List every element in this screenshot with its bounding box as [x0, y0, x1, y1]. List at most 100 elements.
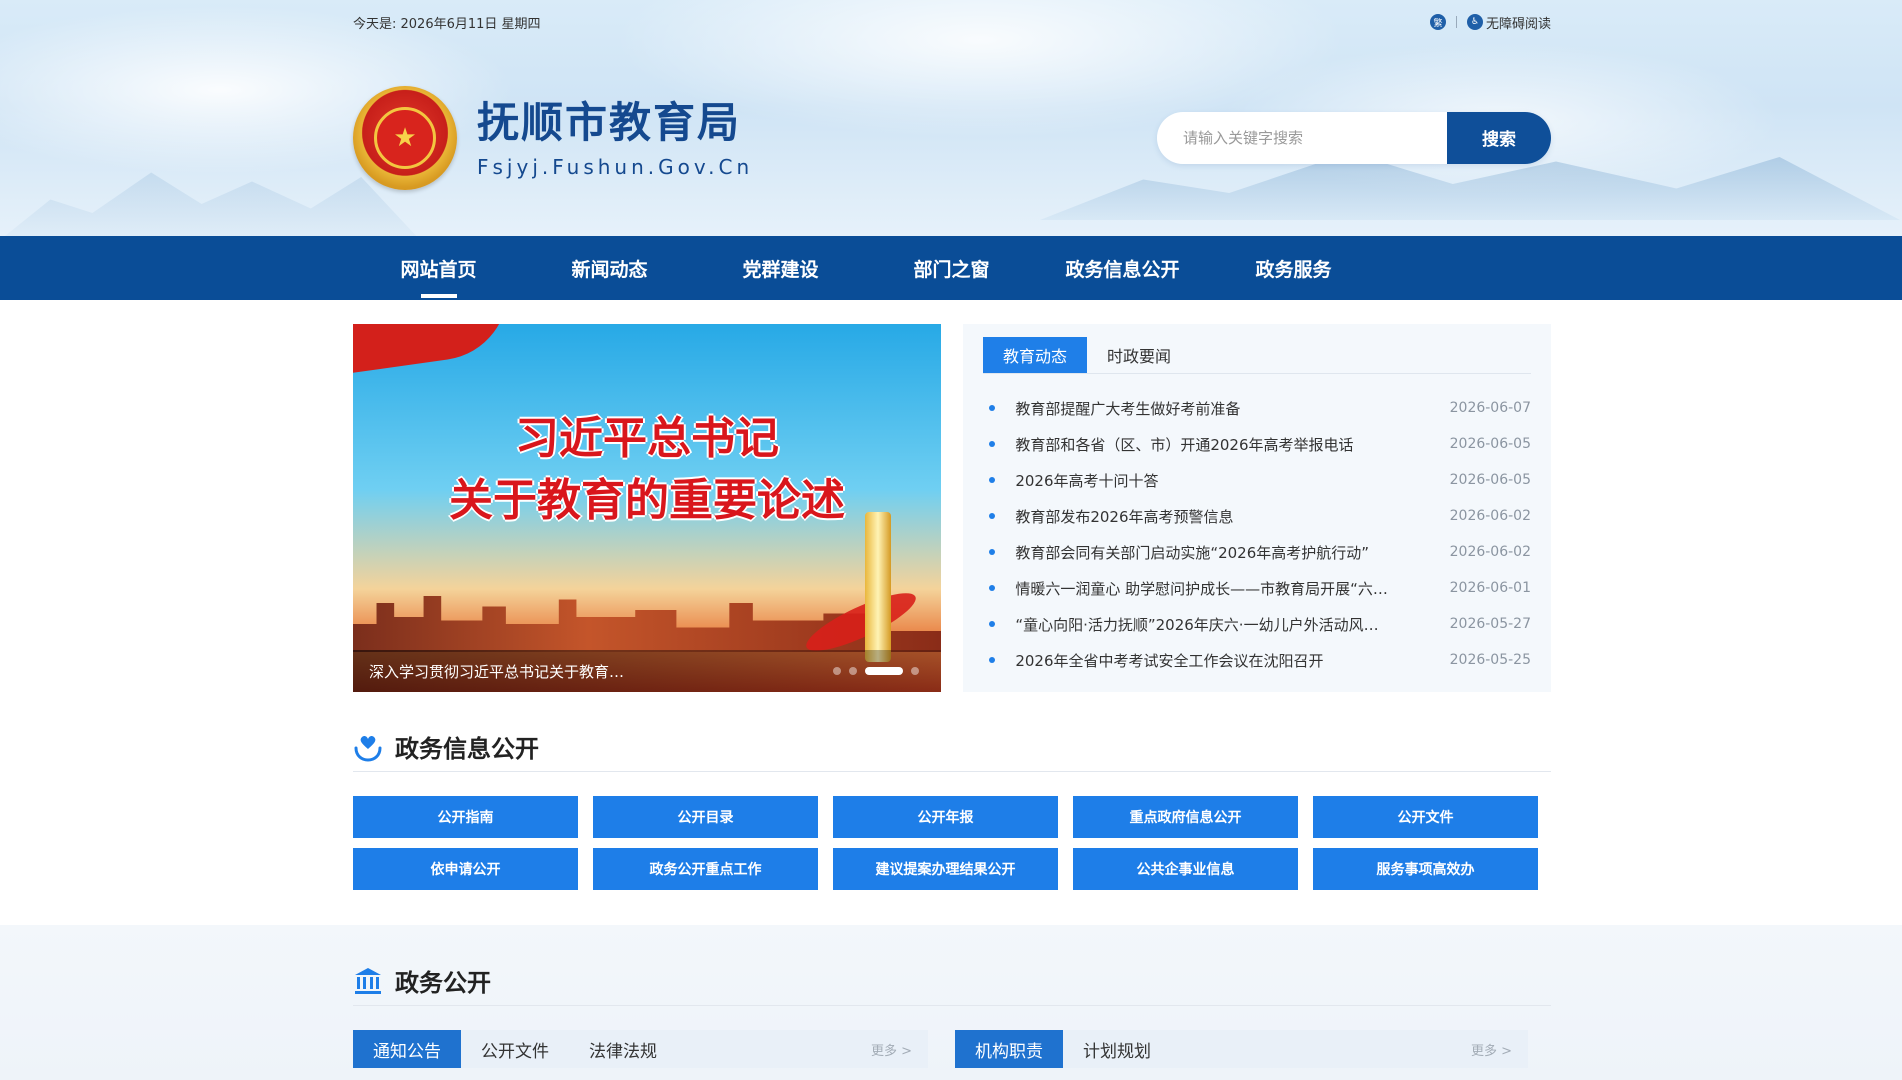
red-flag-decoration [353, 324, 517, 378]
news-date: 2026-05-27 [1449, 616, 1531, 632]
gov-info-button[interactable]: 公开文件 [1313, 796, 1538, 838]
national-emblem-icon: ★ [353, 85, 457, 190]
emblem-star-icon: ★ [374, 106, 436, 169]
bullet-icon [989, 405, 995, 411]
search-button[interactable]: 搜索 [1447, 111, 1551, 164]
more-link[interactable]: 更多 > [1471, 1040, 1512, 1059]
list-item[interactable]: 情暖六一润童心 助学慰问护成长——市教育局开展“六… 2026-06-01 [983, 570, 1531, 606]
list-item[interactable]: 2026年高考十问十答 2026-06-05 [983, 462, 1531, 498]
top-bar: 今天是: 2026年6月11日 星期四 繁 ♿ 无障碍阅读 [353, 0, 1551, 44]
nav-item-news[interactable]: 新闻动态 [524, 236, 695, 300]
news-title[interactable]: 教育部会同有关部门启动实施“2026年高考护航行动” [1015, 542, 1425, 563]
news-title[interactable]: 2026年高考十问十答 [1015, 470, 1425, 491]
tab-plans[interactable]: 计划规划 [1063, 1030, 1171, 1068]
nav-item-gov-service[interactable]: 政务服务 [1208, 236, 1379, 300]
institution-tabs-bar: 机构职责 计划规划 更多 > [955, 1030, 1528, 1068]
section-gov-info-header: 政务信息公开 [353, 722, 1551, 772]
news-list: 教育部提醒广大考生做好考前准备 2026-06-07 教育部和各省（区、市）开通2… [983, 390, 1531, 678]
site-name: 抚顺市教育局 [477, 97, 742, 147]
bullet-icon [989, 477, 995, 483]
news-date: 2026-06-02 [1449, 544, 1531, 560]
section-title: 政务信息公开 [395, 735, 539, 763]
gov-info-button[interactable]: 公开年报 [833, 796, 1058, 838]
banner-caption-bar: 深入学习贯彻习近平总书记关于教育… [353, 650, 941, 692]
news-date: 2026-06-07 [1449, 400, 1531, 416]
list-item[interactable]: 2026年全省中考考试安全工作会议在沈阳召开 2026-05-25 [983, 642, 1531, 678]
section-gov-public-header: 政务公开 [353, 956, 1551, 1006]
bullet-icon [989, 441, 995, 447]
news-title[interactable]: 教育部发布2026年高考预警信息 [1015, 506, 1425, 527]
gov-info-button[interactable]: 依申请公开 [353, 848, 578, 890]
current-date: 今天是: 2026年6月11日 星期四 [353, 16, 541, 32]
news-date: 2026-06-02 [1449, 508, 1531, 524]
gov-info-button[interactable]: 公开目录 [593, 796, 818, 838]
carousel-dot[interactable] [833, 667, 841, 675]
tab-notices[interactable]: 通知公告 [353, 1030, 461, 1068]
top-bar-tools: 繁 ♿ 无障碍阅读 [1429, 13, 1551, 32]
list-item[interactable]: 教育部发布2026年高考预警信息 2026-06-02 [983, 498, 1531, 534]
government-building-icon [353, 966, 383, 996]
news-date: 2026-06-05 [1449, 436, 1531, 452]
search-input[interactable] [1157, 111, 1447, 164]
huabiao-pillar-decoration [865, 512, 891, 662]
nav-item-gov-info[interactable]: 政务信息公开 [1037, 236, 1208, 300]
nav-items: 网站首页 新闻动态 党群建设 部门之窗 政务信息公开 政务服务 [353, 236, 1379, 300]
gov-info-buttons: 公开指南 公开目录 公开年报 重点政府信息公开 公开文件 依申请公开 政务公开重… [353, 796, 1539, 890]
news-title[interactable]: 教育部提醒广大考生做好考前准备 [1015, 398, 1425, 419]
nav-item-home[interactable]: 网站首页 [353, 236, 524, 300]
list-item[interactable]: “童心向阳·活力抚顺”2026年庆六·一幼儿户外活动风… 2026-05-27 [983, 606, 1531, 642]
gov-info-button[interactable]: 服务事项高效办 [1313, 848, 1538, 890]
carousel-dots [833, 667, 919, 675]
nav-item-party[interactable]: 党群建设 [695, 236, 866, 300]
main-nav: 网站首页 新闻动态 党群建设 部门之窗 政务信息公开 政务服务 [0, 236, 1902, 300]
banner-title-line1: 习近平总书记 [515, 413, 779, 464]
site-logo[interactable]: ★ 抚顺市教育局 Fsjyj.Fushun.Gov.Cn [353, 85, 753, 190]
list-item[interactable]: 教育部和各省（区、市）开通2026年高考举报电话 2026-06-05 [983, 426, 1531, 462]
news-title[interactable]: “童心向阳·活力抚顺”2026年庆六·一幼儿户外活动风… [1015, 614, 1425, 635]
news-date: 2026-05-25 [1449, 652, 1531, 668]
bullet-icon [989, 585, 995, 591]
gov-info-button[interactable]: 公共企事业信息 [1073, 848, 1298, 890]
list-item[interactable]: 教育部提醒广大考生做好考前准备 2026-06-07 [983, 390, 1531, 426]
divider [1455, 16, 1457, 28]
bullet-icon [989, 657, 995, 663]
site-header: ★ 抚顺市教育局 Fsjyj.Fushun.Gov.Cn 搜索 [353, 80, 1551, 195]
tab-politics-news[interactable]: 时政要闻 [1087, 337, 1191, 373]
news-date: 2026-06-01 [1449, 580, 1531, 596]
banner-carousel[interactable]: 习近平总书记 关于教育的重要论述 深入学习贯彻习近平总书记关于教育… [353, 324, 941, 692]
traditional-chinese-icon[interactable]: 繁 [1429, 14, 1446, 30]
list-item[interactable]: 教育部会同有关部门启动实施“2026年高考护航行动” 2026-06-02 [983, 534, 1531, 570]
notice-tabs-bar: 通知公告 公开文件 法律法规 更多 > [353, 1030, 928, 1068]
accessibility-icon: ♿ [1466, 14, 1483, 30]
gov-info-button[interactable]: 政务公开重点工作 [593, 848, 818, 890]
tab-laws[interactable]: 法律法规 [569, 1030, 677, 1068]
gov-info-button[interactable]: 建议提案办理结果公开 [833, 848, 1058, 890]
bullet-icon [989, 549, 995, 555]
tab-education-news[interactable]: 教育动态 [983, 337, 1088, 373]
tab-public-documents[interactable]: 公开文件 [461, 1030, 569, 1068]
news-title[interactable]: 2026年全省中考考试安全工作会议在沈阳召开 [1015, 650, 1425, 671]
news-date: 2026-06-05 [1449, 472, 1531, 488]
more-link[interactable]: 更多 > [871, 1040, 912, 1059]
carousel-dot[interactable] [911, 667, 919, 675]
news-title[interactable]: 情暖六一润童心 助学慰问护成长——市教育局开展“六… [1015, 578, 1425, 599]
bullet-icon [989, 513, 995, 519]
search-box: 搜索 [1157, 111, 1551, 164]
news-tabs: 教育动态 时政要闻 [983, 336, 1531, 374]
carousel-dot[interactable] [849, 667, 857, 675]
gov-info-button[interactable]: 公开指南 [353, 796, 578, 838]
site-title-block: 抚顺市教育局 Fsjyj.Fushun.Gov.Cn [477, 97, 753, 179]
news-panel: 教育动态 时政要闻 教育部提醒广大考生做好考前准备 2026-06-07 教育部和… [963, 324, 1551, 692]
carousel-dot-active[interactable] [865, 667, 903, 675]
tab-institution-duties[interactable]: 机构职责 [955, 1030, 1063, 1068]
accessibility-label: 无障碍阅读 [1485, 16, 1551, 32]
nav-item-departments[interactable]: 部门之窗 [866, 236, 1037, 300]
news-title[interactable]: 教育部和各省（区、市）开通2026年高考举报电话 [1015, 434, 1425, 455]
site-domain: Fsjyj.Fushun.Gov.Cn [477, 154, 754, 179]
hand-heart-icon [353, 732, 383, 762]
accessibility-link[interactable]: ♿ 无障碍阅读 [1466, 13, 1551, 32]
banner-caption[interactable]: 深入学习贯彻习近平总书记关于教育… [369, 661, 624, 682]
section-title: 政务公开 [395, 969, 491, 997]
gov-info-button[interactable]: 重点政府信息公开 [1073, 796, 1298, 838]
bullet-icon [989, 621, 995, 627]
